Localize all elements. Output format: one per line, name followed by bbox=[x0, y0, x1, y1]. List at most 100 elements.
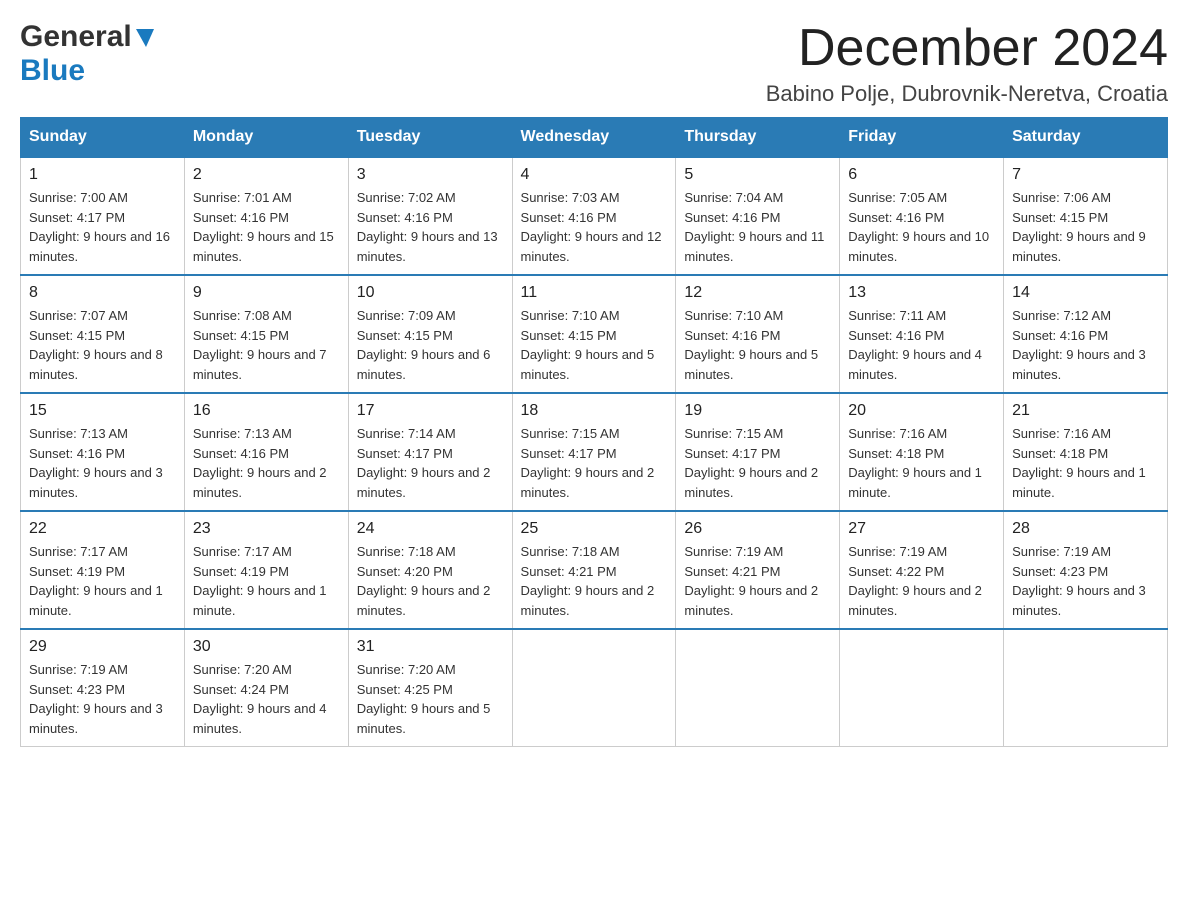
day-info: Sunrise: 7:16 AMSunset: 4:18 PMDaylight:… bbox=[848, 424, 995, 502]
day-info: Sunrise: 7:19 AMSunset: 4:22 PMDaylight:… bbox=[848, 542, 995, 620]
table-row: 20 Sunrise: 7:16 AMSunset: 4:18 PMDayligh… bbox=[840, 393, 1004, 511]
day-number: 18 bbox=[521, 402, 668, 420]
table-row: 5 Sunrise: 7:04 AMSunset: 4:16 PMDaylight… bbox=[676, 157, 840, 275]
header-monday: Monday bbox=[184, 118, 348, 158]
page-header: General Blue December 2024 Babino Polje,… bbox=[20, 20, 1168, 107]
table-row: 9Sunrise: 7:08 AMSunset: 4:15 PMDaylight… bbox=[184, 275, 348, 393]
day-number: 4 bbox=[521, 166, 668, 184]
day-number: 31 bbox=[357, 638, 504, 656]
day-number: 27 bbox=[848, 520, 995, 538]
table-row: 31Sunrise: 7:20 AMSunset: 4:25 PMDayligh… bbox=[348, 629, 512, 747]
table-row bbox=[512, 629, 676, 747]
day-number: 26 bbox=[684, 520, 831, 538]
day-number: 25 bbox=[521, 520, 668, 538]
table-row: 19Sunrise: 7:15 AMSunset: 4:17 PMDayligh… bbox=[676, 393, 840, 511]
calendar-week-row: 1Sunrise: 7:00 AMSunset: 4:17 PMDaylight… bbox=[21, 157, 1168, 275]
table-row: 10Sunrise: 7:09 AMSunset: 4:15 PMDayligh… bbox=[348, 275, 512, 393]
calendar-table: Sunday Monday Tuesday Wednesday Thursday… bbox=[20, 117, 1168, 747]
day-number: 2 bbox=[193, 166, 340, 184]
table-row: 18 Sunrise: 7:15 AMSunset: 4:17 PMDayligh… bbox=[512, 393, 676, 511]
day-number: 19 bbox=[684, 402, 831, 420]
table-row: 16 Sunrise: 7:13 AMSunset: 4:16 PMDayligh… bbox=[184, 393, 348, 511]
calendar-week-row: 8Sunrise: 7:07 AMSunset: 4:15 PMDaylight… bbox=[21, 275, 1168, 393]
month-year-title: December 2024 bbox=[766, 20, 1168, 77]
day-info: Sunrise: 7:01 AMSunset: 4:16 PMDaylight:… bbox=[193, 188, 340, 266]
table-row: 29 Sunrise: 7:19 AMSunset: 4:23 PMDayligh… bbox=[21, 629, 185, 747]
table-row: 28 Sunrise: 7:19 AMSunset: 4:23 PMDayligh… bbox=[1004, 511, 1168, 629]
header-saturday: Saturday bbox=[1004, 118, 1168, 158]
day-info: Sunrise: 7:07 AMSunset: 4:15 PMDaylight:… bbox=[29, 306, 176, 384]
day-info: Sunrise: 7:16 AMSunset: 4:18 PMDaylight:… bbox=[1012, 424, 1159, 502]
day-info: Sunrise: 7:17 AMSunset: 4:19 PMDaylight:… bbox=[29, 542, 176, 620]
day-info: Sunrise: 7:13 AMSunset: 4:16 PMDaylight:… bbox=[193, 424, 340, 502]
table-row bbox=[676, 629, 840, 747]
table-row: 2 Sunrise: 7:01 AMSunset: 4:16 PMDaylight… bbox=[184, 157, 348, 275]
table-row bbox=[840, 629, 1004, 747]
table-row: 26 Sunrise: 7:19 AMSunset: 4:21 PMDayligh… bbox=[676, 511, 840, 629]
day-info: Sunrise: 7:14 AMSunset: 4:17 PMDaylight:… bbox=[357, 424, 504, 502]
day-number: 9 bbox=[193, 284, 340, 302]
table-row: 7 Sunrise: 7:06 AMSunset: 4:15 PMDaylight… bbox=[1004, 157, 1168, 275]
table-row bbox=[1004, 629, 1168, 747]
day-info: Sunrise: 7:06 AMSunset: 4:15 PMDaylight:… bbox=[1012, 188, 1159, 266]
day-info: Sunrise: 7:12 AMSunset: 4:16 PMDaylight:… bbox=[1012, 306, 1159, 384]
logo: General Blue bbox=[20, 20, 156, 88]
day-number: 20 bbox=[848, 402, 995, 420]
logo-blue-text: Blue bbox=[20, 54, 85, 87]
table-row: 23 Sunrise: 7:17 AMSunset: 4:19 PMDayligh… bbox=[184, 511, 348, 629]
day-number: 30 bbox=[193, 638, 340, 656]
day-info: Sunrise: 7:17 AMSunset: 4:19 PMDaylight:… bbox=[193, 542, 340, 620]
table-row: 4 Sunrise: 7:03 AMSunset: 4:16 PMDaylight… bbox=[512, 157, 676, 275]
day-number: 22 bbox=[29, 520, 176, 538]
day-info: Sunrise: 7:05 AMSunset: 4:16 PMDaylight:… bbox=[848, 188, 995, 266]
day-number: 15 bbox=[29, 402, 176, 420]
day-number: 24 bbox=[357, 520, 504, 538]
day-info: Sunrise: 7:19 AMSunset: 4:21 PMDaylight:… bbox=[684, 542, 831, 620]
table-row: 1Sunrise: 7:00 AMSunset: 4:17 PMDaylight… bbox=[21, 157, 185, 275]
day-number: 29 bbox=[29, 638, 176, 656]
table-row: 25 Sunrise: 7:18 AMSunset: 4:21 PMDayligh… bbox=[512, 511, 676, 629]
header-thursday: Thursday bbox=[676, 118, 840, 158]
table-row: 6 Sunrise: 7:05 AMSunset: 4:16 PMDaylight… bbox=[840, 157, 1004, 275]
day-info: Sunrise: 7:13 AMSunset: 4:16 PMDaylight:… bbox=[29, 424, 176, 502]
table-row: 21Sunrise: 7:16 AMSunset: 4:18 PMDayligh… bbox=[1004, 393, 1168, 511]
day-info: Sunrise: 7:00 AMSunset: 4:17 PMDaylight:… bbox=[29, 188, 176, 266]
table-row: 13Sunrise: 7:11 AMSunset: 4:16 PMDayligh… bbox=[840, 275, 1004, 393]
day-info: Sunrise: 7:18 AMSunset: 4:20 PMDaylight:… bbox=[357, 542, 504, 620]
calendar-week-row: 22 Sunrise: 7:17 AMSunset: 4:19 PMDayligh… bbox=[21, 511, 1168, 629]
day-info: Sunrise: 7:04 AMSunset: 4:16 PMDaylight:… bbox=[684, 188, 831, 266]
table-row: 17 Sunrise: 7:14 AMSunset: 4:17 PMDayligh… bbox=[348, 393, 512, 511]
day-number: 7 bbox=[1012, 166, 1159, 184]
day-info: Sunrise: 7:18 AMSunset: 4:21 PMDaylight:… bbox=[521, 542, 668, 620]
day-info: Sunrise: 7:10 AMSunset: 4:16 PMDaylight:… bbox=[684, 306, 831, 384]
day-number: 5 bbox=[684, 166, 831, 184]
day-info: Sunrise: 7:02 AMSunset: 4:16 PMDaylight:… bbox=[357, 188, 504, 266]
table-row: 15 Sunrise: 7:13 AMSunset: 4:16 PMDayligh… bbox=[21, 393, 185, 511]
day-number: 12 bbox=[684, 284, 831, 302]
day-info: Sunrise: 7:19 AMSunset: 4:23 PMDaylight:… bbox=[1012, 542, 1159, 620]
day-number: 6 bbox=[848, 166, 995, 184]
calendar-header-row: Sunday Monday Tuesday Wednesday Thursday… bbox=[21, 118, 1168, 158]
title-block: December 2024 Babino Polje, Dubrovnik-Ne… bbox=[766, 20, 1168, 107]
location-subtitle: Babino Polje, Dubrovnik-Neretva, Croatia bbox=[766, 81, 1168, 107]
day-number: 17 bbox=[357, 402, 504, 420]
day-info: Sunrise: 7:10 AMSunset: 4:15 PMDaylight:… bbox=[521, 306, 668, 384]
table-row: 11 Sunrise: 7:10 AMSunset: 4:15 PMDayligh… bbox=[512, 275, 676, 393]
day-info: Sunrise: 7:03 AMSunset: 4:16 PMDaylight:… bbox=[521, 188, 668, 266]
logo-flag-icon bbox=[134, 27, 156, 49]
header-sunday: Sunday bbox=[21, 118, 185, 158]
day-number: 14 bbox=[1012, 284, 1159, 302]
day-info: Sunrise: 7:09 AMSunset: 4:15 PMDaylight:… bbox=[357, 306, 504, 384]
table-row: 27 Sunrise: 7:19 AMSunset: 4:22 PMDayligh… bbox=[840, 511, 1004, 629]
day-info: Sunrise: 7:19 AMSunset: 4:23 PMDaylight:… bbox=[29, 660, 176, 738]
table-row: 3Sunrise: 7:02 AMSunset: 4:16 PMDaylight… bbox=[348, 157, 512, 275]
day-info: Sunrise: 7:15 AMSunset: 4:17 PMDaylight:… bbox=[521, 424, 668, 502]
logo-general-text: General bbox=[20, 20, 132, 54]
header-tuesday: Tuesday bbox=[348, 118, 512, 158]
day-number: 11 bbox=[521, 284, 668, 302]
day-number: 28 bbox=[1012, 520, 1159, 538]
day-number: 16 bbox=[193, 402, 340, 420]
day-info: Sunrise: 7:11 AMSunset: 4:16 PMDaylight:… bbox=[848, 306, 995, 384]
table-row: 22 Sunrise: 7:17 AMSunset: 4:19 PMDayligh… bbox=[21, 511, 185, 629]
day-number: 23 bbox=[193, 520, 340, 538]
